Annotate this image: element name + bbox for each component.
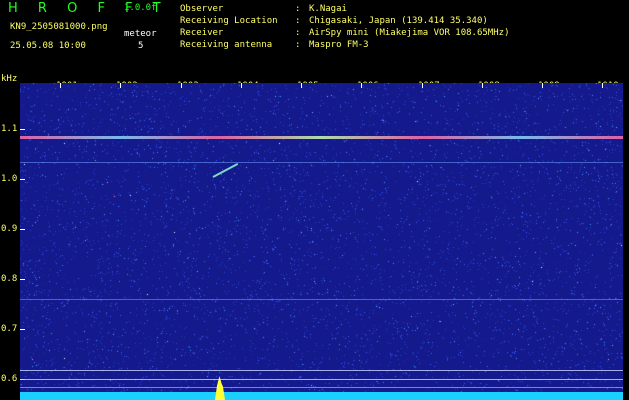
- freq-label: 0.8: [1, 274, 18, 284]
- station-row-receiver: Receiver: AirSpy mini (Miakejima VOR 108.…: [180, 28, 509, 38]
- freq-tick: [20, 179, 25, 180]
- time-tick: [542, 83, 543, 88]
- freq-unit-label: kHz: [1, 74, 18, 84]
- faint-carrier-line: [20, 162, 623, 163]
- file-name: KN9_2505081000.png: [10, 22, 108, 32]
- time-tick: [482, 83, 483, 88]
- freq-label: 1.0: [1, 174, 18, 184]
- station-sep: :: [295, 4, 301, 14]
- faint-carrier-line: [20, 299, 623, 300]
- time-tick: [422, 83, 423, 88]
- station-sep: :: [295, 28, 301, 38]
- station-value: Chigasaki, Japan (139.414 35.340): [309, 16, 488, 26]
- station-key: Receiving Location: [180, 16, 278, 26]
- meteor-count-value: 5: [138, 41, 144, 51]
- time-tick: [301, 83, 302, 88]
- station-key: Receiver: [180, 28, 224, 38]
- freq-tick: [20, 329, 25, 330]
- time-tick: [120, 83, 121, 88]
- freq-label: 0.9: [1, 224, 18, 234]
- station-value: Maspro FM-3: [309, 40, 369, 50]
- time-tick: [181, 83, 182, 88]
- freq-tick: [20, 229, 25, 230]
- noise-floor-bar: [20, 392, 623, 400]
- station-row-antenna: Receiving antenna: Maspro FM-3: [180, 40, 369, 50]
- reference-line: [20, 379, 623, 380]
- time-tick: [241, 83, 242, 88]
- reference-line: [20, 387, 623, 388]
- freq-label: 0.6: [1, 374, 18, 384]
- app-version: 1.0.0f: [124, 3, 157, 13]
- reference-line: [20, 370, 623, 371]
- station-row-observer: Observer: K.Nagai: [180, 4, 347, 14]
- timestamp: 25.05.08 10:00: [10, 41, 86, 51]
- station-key: Observer: [180, 4, 224, 14]
- time-tick: [60, 83, 61, 88]
- station-row-location: Receiving Location: Chigasaki, Japan (139…: [180, 16, 488, 26]
- spectrogram-plot: [20, 83, 623, 400]
- freq-label: 0.7: [1, 324, 18, 334]
- station-value: AirSpy mini (Miakejima VOR 108.65MHz): [309, 28, 510, 38]
- freq-label: 1.1: [1, 124, 18, 134]
- station-sep: :: [295, 16, 301, 26]
- station-value: K.Nagai: [309, 4, 347, 14]
- freq-tick: [20, 279, 25, 280]
- meteor-count-label: meteor: [124, 29, 157, 39]
- station-sep: :: [295, 40, 301, 50]
- freq-tick: [20, 129, 25, 130]
- time-tick: [602, 83, 603, 88]
- spectrogram-noise: [20, 83, 623, 400]
- station-key: Receiving antenna: [180, 40, 273, 50]
- vor-carrier-line: [20, 136, 623, 139]
- hrofft-window: H R O F F T 1.0.0f KN9_2505081000.png me…: [0, 0, 629, 400]
- time-tick: [361, 83, 362, 88]
